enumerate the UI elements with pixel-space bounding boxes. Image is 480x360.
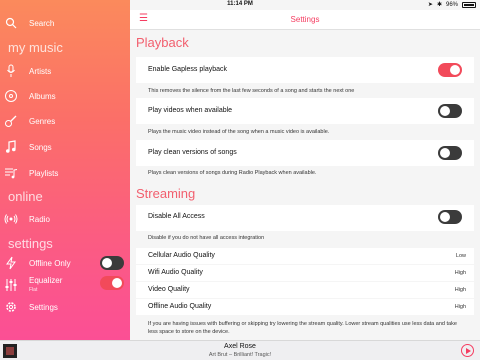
sidebar-item-label: Settings bbox=[29, 302, 58, 312]
status-right: ➤ ✱ 96% bbox=[428, 1, 476, 8]
status-bar: 11:14 PM ➤ ✱ 96% bbox=[0, 0, 480, 10]
main-panel: ☰ Settings Playback Enable Gapless playb… bbox=[130, 0, 480, 340]
equalizer-toggle[interactable] bbox=[100, 276, 124, 290]
battery-percent: 96% bbox=[445, 1, 458, 8]
page-title: Settings bbox=[290, 15, 320, 24]
setting-value: High bbox=[454, 304, 466, 310]
sidebar-item-equalizer: Equalizer Flat bbox=[0, 274, 130, 296]
setting-row-clean: Play clean versions of songs bbox=[136, 140, 474, 166]
sidebar-item-offline-only: Offline Only bbox=[0, 252, 130, 274]
sidebar-item-label: Offline Only bbox=[29, 258, 71, 268]
setting-label: Enable Gapless playback bbox=[148, 66, 227, 73]
setting-description: Plays clean versions of songs during Rad… bbox=[148, 170, 317, 176]
now-playing-title: Axel Rose bbox=[224, 343, 256, 350]
sidebar-item-label: Playlists bbox=[29, 168, 59, 178]
sidebar-item-settings[interactable]: Settings bbox=[0, 296, 130, 318]
section-header-streaming: Streaming bbox=[136, 186, 196, 201]
settings-content: Playback Enable Gapless playback This re… bbox=[130, 30, 480, 340]
microphone-icon bbox=[4, 64, 18, 78]
streaming-footer-note: If you are having issues with buffering … bbox=[148, 321, 457, 335]
setting-label: Offline Audio Quality bbox=[148, 303, 212, 310]
sidebar-item-artists[interactable]: Artists bbox=[0, 60, 130, 82]
section-online: online bbox=[8, 189, 43, 204]
section-my-music: my music bbox=[8, 40, 63, 55]
sidebar-item-label: Albums bbox=[29, 91, 56, 101]
setting-label: Play clean versions of songs bbox=[148, 149, 237, 156]
sidebar-item-label: Equalizer bbox=[29, 276, 63, 285]
section-settings: settings bbox=[8, 236, 53, 251]
setting-description: Plays the music video instead of the son… bbox=[148, 129, 330, 135]
guitar-icon bbox=[4, 114, 18, 128]
toggle-knob bbox=[440, 106, 450, 116]
sidebar-item-search[interactable]: Search bbox=[0, 12, 130, 34]
sidebar-item-label: Songs bbox=[29, 142, 52, 152]
sidebar-item-label: Artists bbox=[29, 66, 52, 76]
lightning-icon bbox=[4, 256, 18, 270]
toggle-knob bbox=[450, 65, 460, 75]
bluetooth-icon: ✱ bbox=[436, 2, 442, 8]
sidebar-item-label: Search bbox=[29, 18, 55, 28]
setting-row-cellular-quality[interactable]: Cellular Audio Quality Low bbox=[136, 248, 474, 264]
toggle-knob bbox=[112, 278, 122, 288]
clean-toggle[interactable] bbox=[438, 146, 462, 160]
toggle-knob bbox=[102, 258, 112, 268]
now-playing-bar[interactable]: Axel Rose Art Brut – Brilliant! Tragic! bbox=[0, 340, 480, 360]
sidebar-item-label: Genres bbox=[29, 116, 56, 126]
setting-row-gapless: Enable Gapless playback bbox=[136, 57, 474, 83]
setting-label: Video Quality bbox=[148, 286, 190, 293]
setting-row-video-quality[interactable]: Video Quality High bbox=[136, 282, 474, 298]
radio-icon bbox=[4, 212, 18, 226]
status-time: 11:14 PM bbox=[227, 1, 253, 7]
sidebar-item-label: Radio bbox=[29, 214, 50, 224]
search-icon bbox=[4, 16, 18, 30]
equalizer-preset: Flat bbox=[29, 287, 38, 293]
sidebar-item-albums[interactable]: Albums bbox=[0, 85, 130, 107]
setting-row-videos: Play videos when available bbox=[136, 98, 474, 124]
setting-description: Disable if you do not have all access in… bbox=[148, 235, 265, 241]
setting-value: Low bbox=[455, 253, 466, 259]
gear-icon bbox=[4, 300, 18, 314]
sidebar-item-playlists[interactable]: Playlists bbox=[0, 162, 130, 184]
setting-value: High bbox=[454, 287, 466, 293]
play-icon[interactable] bbox=[461, 344, 474, 357]
now-playing-artist: Art Brut – Brilliant! Tragic! bbox=[208, 352, 272, 358]
setting-label: Wifi Audio Quality bbox=[148, 269, 203, 276]
location-icon: ➤ bbox=[427, 2, 433, 8]
setting-value: High bbox=[454, 270, 466, 276]
setting-label: Disable All Access bbox=[148, 213, 205, 220]
music-note-icon bbox=[4, 140, 18, 154]
album-icon bbox=[4, 89, 18, 103]
setting-label: Cellular Audio Quality bbox=[148, 252, 215, 259]
toggle-knob bbox=[440, 212, 450, 222]
setting-row-offline-quality[interactable]: Offline Audio Quality High bbox=[136, 299, 474, 315]
disable-all-access-toggle[interactable] bbox=[438, 210, 462, 224]
toggle-knob bbox=[440, 148, 450, 158]
sidebar: Search my music Artists Albums Genres So… bbox=[0, 0, 130, 340]
offline-only-toggle[interactable] bbox=[100, 256, 124, 270]
equalizer-icon bbox=[4, 278, 18, 292]
section-header-playback: Playback bbox=[136, 35, 189, 50]
gapless-toggle[interactable] bbox=[438, 63, 462, 77]
videos-toggle[interactable] bbox=[438, 104, 462, 118]
nav-bar: ☰ Settings bbox=[130, 10, 480, 30]
setting-row-disable-all-access: Disable All Access bbox=[136, 205, 474, 231]
playlist-icon bbox=[4, 166, 18, 180]
sidebar-item-genres[interactable]: Genres bbox=[0, 110, 130, 132]
sidebar-item-radio[interactable]: Radio bbox=[0, 208, 130, 230]
sidebar-item-songs[interactable]: Songs bbox=[0, 136, 130, 158]
battery-icon bbox=[462, 1, 476, 8]
setting-label: Play videos when available bbox=[148, 107, 233, 114]
setting-row-wifi-quality[interactable]: Wifi Audio Quality High bbox=[136, 265, 474, 281]
setting-description: This removes the silence from the last f… bbox=[148, 88, 355, 94]
